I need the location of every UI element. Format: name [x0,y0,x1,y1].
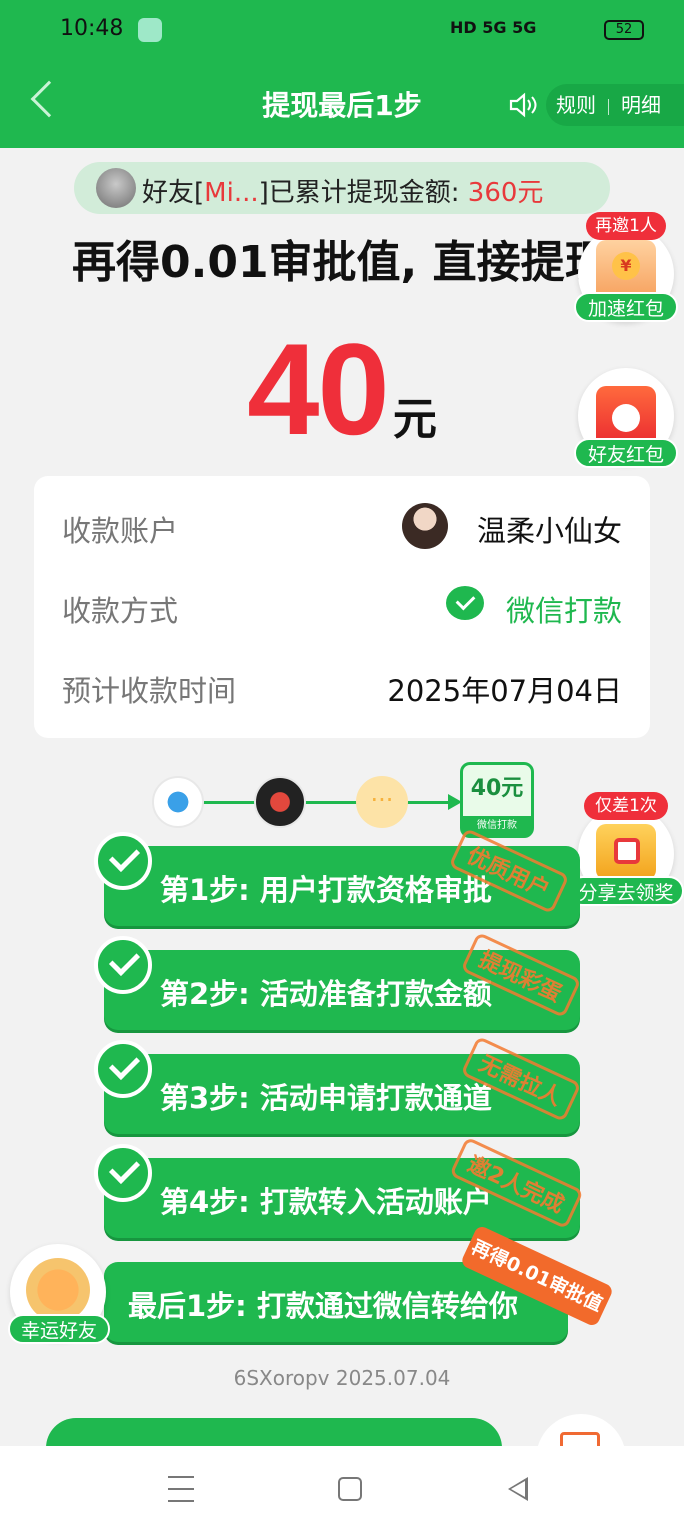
home-icon[interactable] [338,1477,362,1501]
step-3-label: 第3步: 活动申请打款通道 [160,1081,492,1115]
time-value: 2025年07月04日 [387,674,622,708]
share-badge: 仅差1次 [584,792,668,820]
step-2-label: 第2步: 活动准备打款金额 [160,977,492,1011]
check-icon [94,936,152,994]
app-notification-icon [138,18,162,42]
network-indicators: HD 5G 5G [450,18,537,37]
player-avatar-icon [254,776,306,828]
footer-code: 6SXoropv 2025.07.04 [233,1366,451,1390]
status-time: 10:48 [60,16,124,41]
step-1-label: 第1步: 用户打款资格审批 [160,873,492,907]
amount-unit: 元 [392,394,437,445]
share-arrow-icon [614,838,640,864]
progress-flow-line [178,801,456,804]
speaker-icon[interactable] [508,90,538,120]
amount-value: 40 [247,316,390,462]
account-label: 收款账户 [62,514,179,548]
last-step-label: 最后1步: 打款通过微信转给你 [128,1289,518,1323]
friend-redpacket-label[interactable]: 好友红包 [574,438,678,468]
friend-name: Mi... [204,178,259,208]
headline: 再得0.01审批值, 直接提现 [72,237,602,288]
battery-icon: 52 [604,20,644,40]
coin-icon: ¥ [612,252,640,280]
friend-middle: ]已累计提现金额: [258,178,460,208]
account-avatar [402,503,448,549]
invite-badge: 再邀1人 [586,212,666,240]
bird-avatar-icon [152,776,204,828]
friend-avatar [96,168,136,208]
check-icon [94,832,152,890]
share-label[interactable]: 分享去领奖 [568,876,684,906]
account-value: 温柔小仙女 [476,514,622,548]
friend-amount: 360元 [467,178,544,208]
friend-prefix: 好友[ [142,178,205,208]
step-4-label: 第4步: 打款转入活动账户 [160,1185,492,1219]
time-label: 预计收款时间 [62,674,237,708]
money-envelope-amount: 40元 [470,776,524,801]
pending-dots-icon: ··· [356,776,408,828]
rules-link[interactable]: 规则 [556,93,596,117]
invite-label[interactable]: 加速红包 [574,292,678,322]
pill-divider [608,98,609,115]
method-label: 收款方式 [62,594,179,628]
lucky-friend-avatar-icon [26,1258,90,1322]
rules-details-pill: 规则 明细 [546,84,684,126]
check-icon [94,1144,152,1202]
details-link[interactable]: 明细 [621,93,661,117]
nav-back-icon[interactable] [508,1477,528,1501]
redpacket-seal-icon [612,404,640,432]
method-value: 微信打款 [505,594,622,628]
friend-withdraw-text: 好友[Mi...]已累计提现金额: 360元 [142,172,543,209]
check-icon [94,1040,152,1098]
menu-icon[interactable] [168,1476,194,1502]
lucky-friend-label: 幸运好友 [8,1314,110,1344]
wechat-pay-icon [446,586,484,620]
